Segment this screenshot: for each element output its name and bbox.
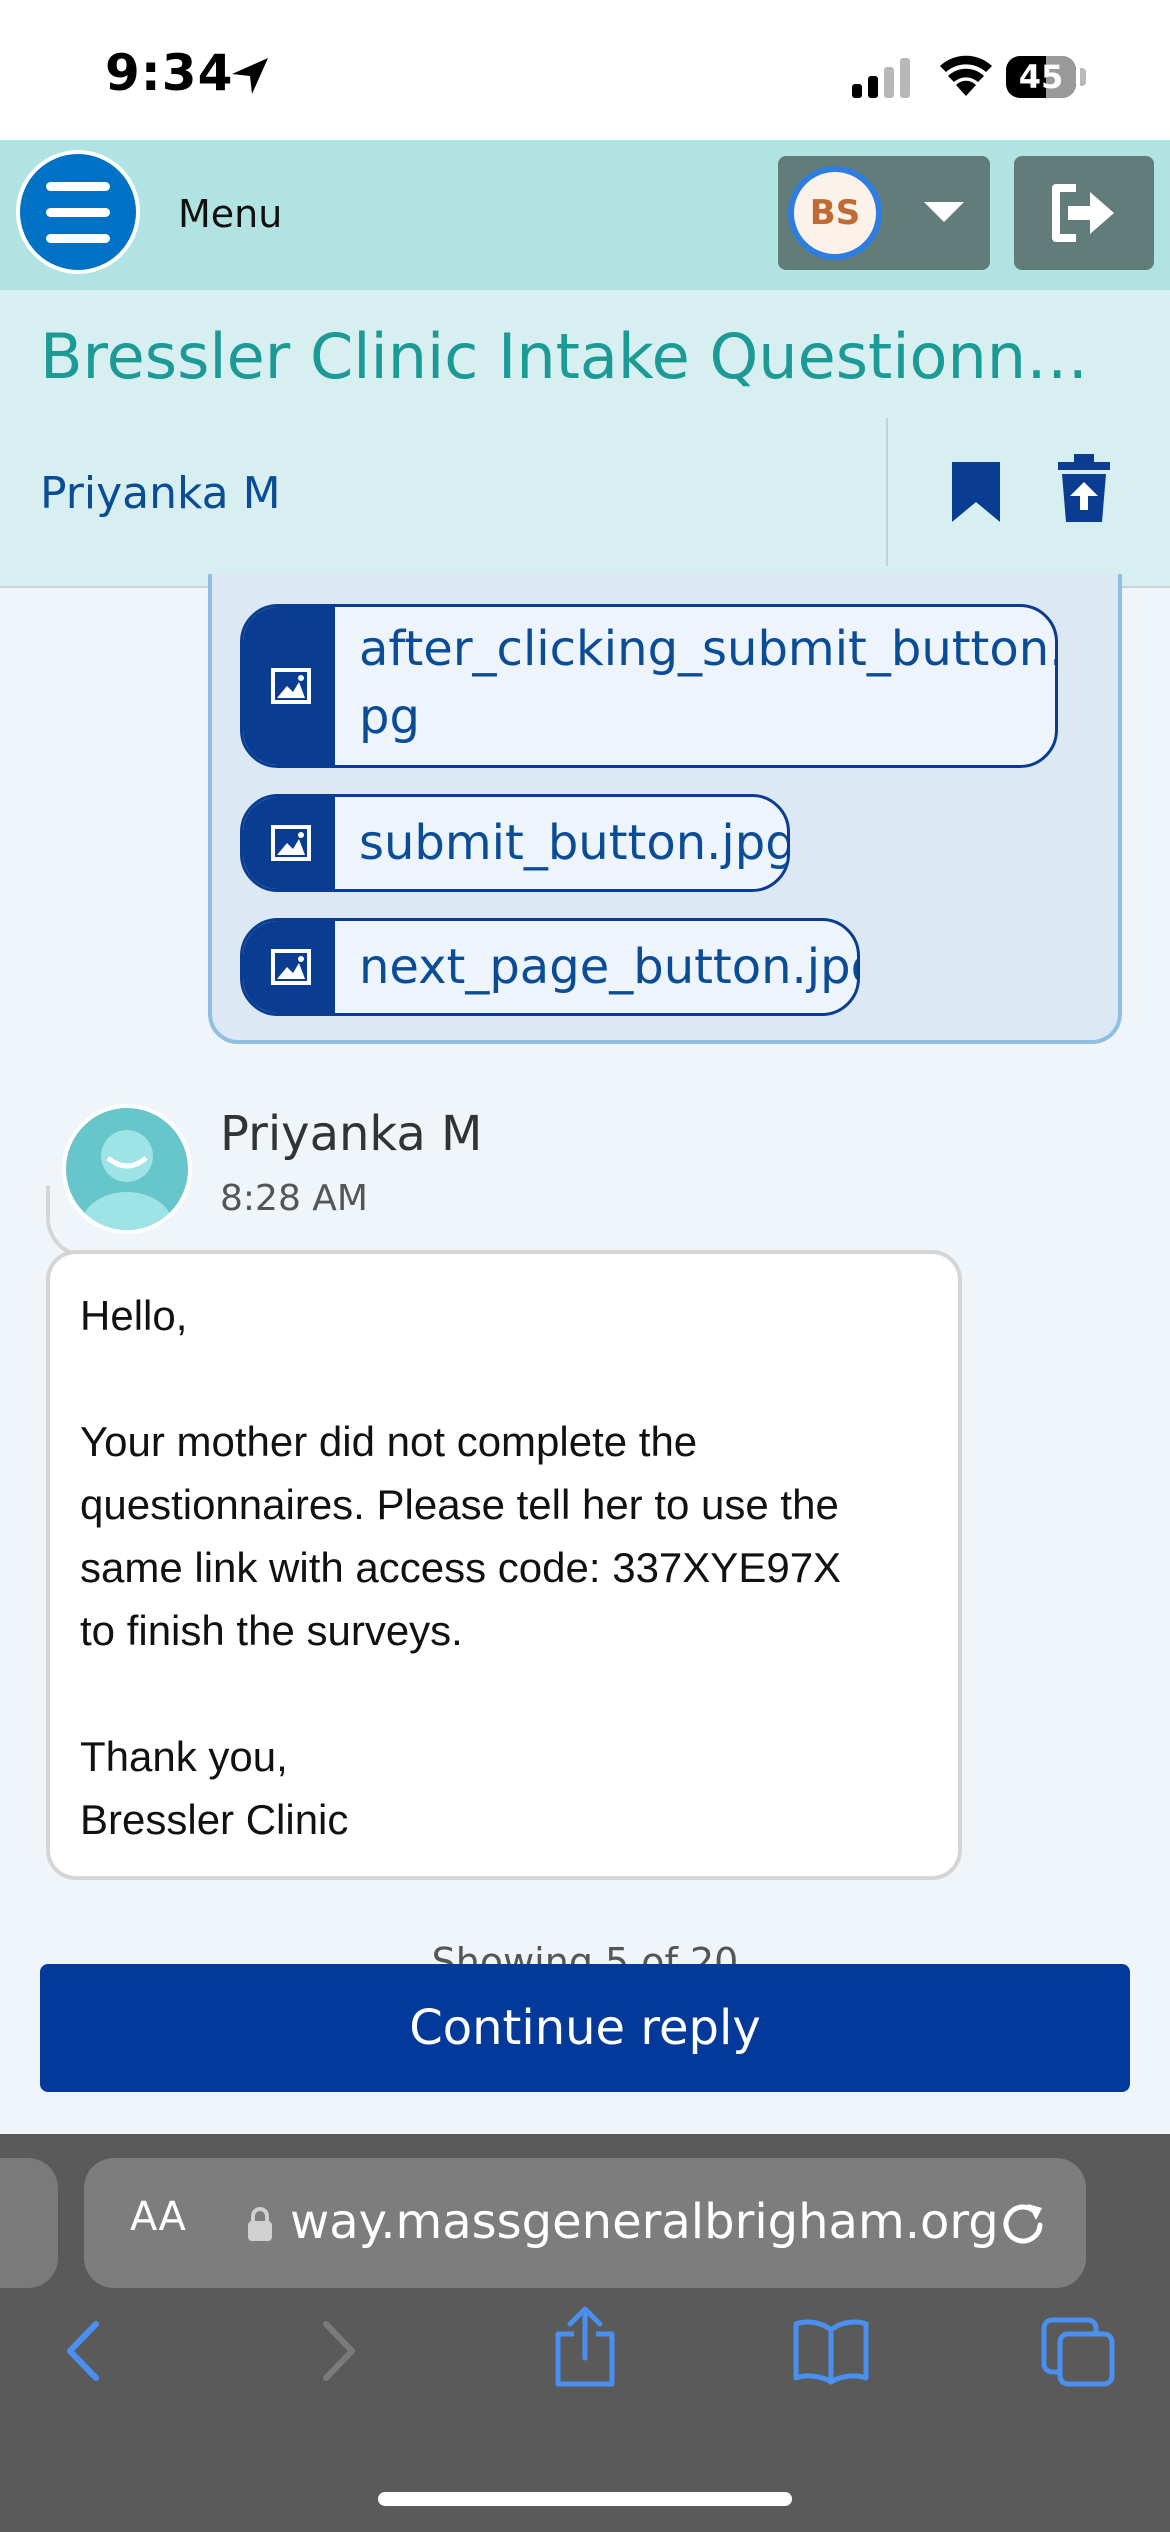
location-arrow-icon (232, 58, 268, 94)
reload-icon[interactable] (998, 2198, 1048, 2248)
status-time: 9:34 (105, 44, 234, 102)
url-text: way.massgeneralbrigham.org (290, 2194, 999, 2250)
attachments-panel: after_clicking_submit_button.j pg submit… (208, 574, 1122, 1044)
person-icon (81, 1130, 173, 1230)
sender-avatar (62, 1104, 192, 1234)
thread-author: Priyanka M (40, 468, 281, 519)
attachment-name: submit_button.jpg (359, 815, 790, 871)
tabs-icon[interactable] (1040, 2316, 1116, 2388)
menu-button[interactable] (16, 150, 140, 274)
divider (886, 418, 888, 566)
attachment-name: next_page_button.jpg (359, 939, 860, 995)
attachment-item[interactable]: submit_button.jpg (240, 794, 790, 892)
share-icon[interactable] (550, 2304, 620, 2388)
battery-level: 45 (1018, 58, 1064, 96)
user-avatar: BS (788, 166, 882, 260)
back-icon[interactable] (62, 2316, 106, 2386)
reader-text-size-button[interactable]: AA (130, 2194, 186, 2240)
attachment-item[interactable]: next_page_button.jpg (240, 918, 860, 1016)
attachment-name-continued: pg (359, 689, 420, 745)
menu-bar (46, 182, 110, 191)
lock-icon (248, 2207, 272, 2241)
message-body: Hello, Your mother did not complete the … (46, 1250, 962, 1880)
logout-icon (1052, 184, 1114, 242)
message-timestamp: 8:28 AM (220, 1178, 368, 1219)
menu-bar (46, 234, 110, 243)
trash-restore-icon[interactable] (1054, 452, 1114, 524)
image-file-icon (243, 607, 335, 765)
image-file-icon (243, 797, 335, 889)
status-bar: 9:34 45 (0, 0, 1170, 140)
wifi-icon (940, 55, 992, 96)
home-indicator (378, 2492, 792, 2506)
browser-toolbar: AA way.massgeneralbrigham.org (0, 2134, 1170, 2532)
message-line: Hello, (80, 1292, 188, 1339)
menu-label[interactable]: Menu (178, 192, 282, 236)
battery-icon: 45 (1006, 56, 1076, 98)
message-line: same link with access code: 337XYE97X (80, 1544, 842, 1591)
bookmarks-icon[interactable] (792, 2316, 870, 2386)
message-line: Your mother did not complete the (80, 1418, 698, 1465)
message-line: Bressler Clinic (80, 1796, 349, 1843)
continue-reply-button[interactable]: Continue reply (40, 1964, 1130, 2092)
message-sender: Priyanka M (220, 1106, 483, 1162)
battery-nub (1080, 68, 1086, 86)
thread-header: Bressler Clinic Intake Questionnaire! … … (0, 290, 1170, 588)
thread-title: Bressler Clinic Intake Questionnaire! … (40, 320, 1120, 393)
logout-button[interactable] (1014, 156, 1154, 270)
chevron-down-icon (924, 202, 964, 222)
image-file-icon (243, 921, 335, 1013)
attachment-item[interactable]: after_clicking_submit_button.j pg (240, 604, 1058, 768)
cellular-signal-icon (852, 58, 910, 98)
menu-bar (46, 208, 110, 217)
profile-dropdown-button[interactable]: BS (778, 156, 990, 270)
bookmark-icon[interactable] (948, 460, 1004, 524)
message-line: questionnaires. Please tell her to use t… (80, 1481, 839, 1528)
message-line: to finish the surveys. (80, 1607, 463, 1654)
forward-icon[interactable] (316, 2316, 360, 2386)
app-header: Menu BS (0, 140, 1170, 290)
message-line: Thank you, (80, 1733, 288, 1780)
address-bar[interactable]: AA way.massgeneralbrigham.org (84, 2158, 1086, 2288)
attachment-name: after_clicking_submit_button.j (359, 621, 1058, 677)
previous-tab-preview[interactable] (0, 2158, 58, 2288)
